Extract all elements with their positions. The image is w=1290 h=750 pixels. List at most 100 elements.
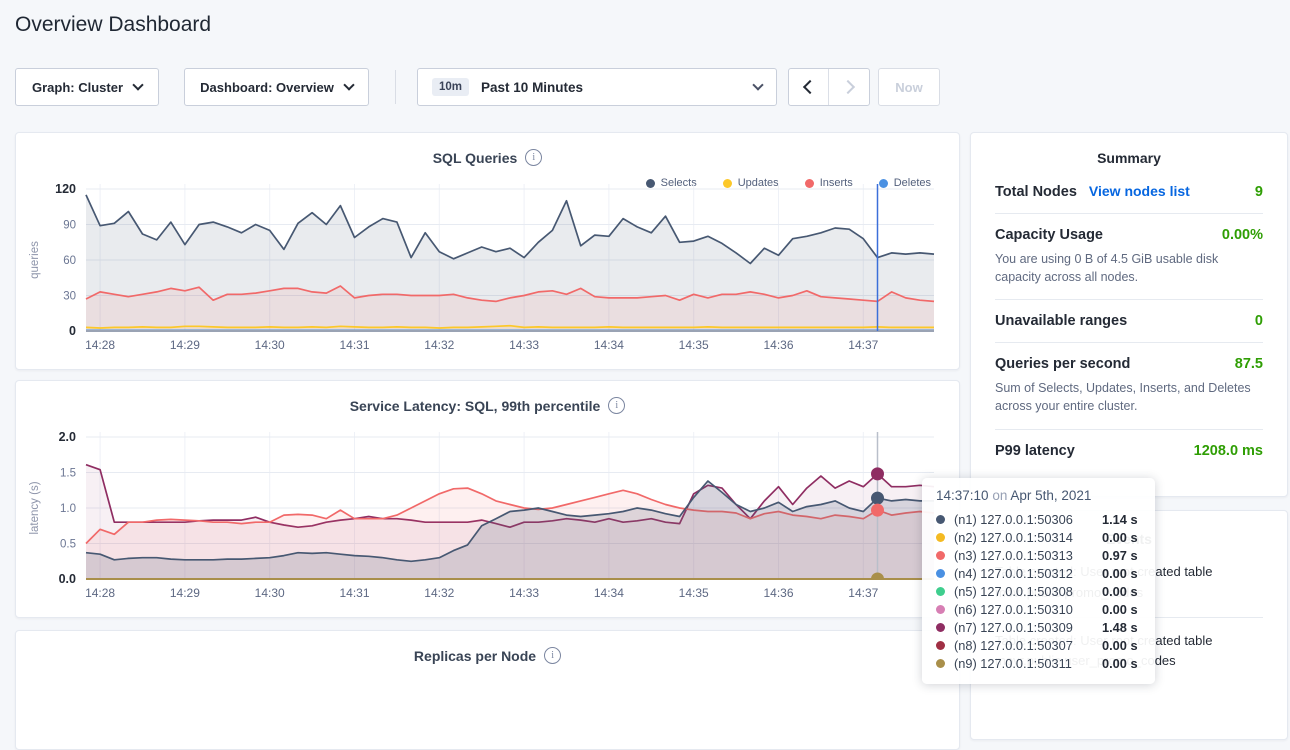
x-tick-label: 14:29	[170, 586, 200, 600]
x-tick-label: 14:30	[255, 586, 285, 600]
graph-dropdown-label: Graph: Cluster	[32, 80, 123, 95]
x-tick-label: 14:32	[424, 338, 454, 352]
sql-queries-chart[interactable]: 1209060300queries14:2814:2914:3014:3114:…	[16, 179, 961, 365]
x-tick-label: 14:30	[255, 338, 285, 352]
tooltip-node-value: 0.00 s	[1102, 566, 1138, 581]
summary-row-capacity: Capacity Usage 0.00% You are using 0 B o…	[995, 213, 1263, 299]
now-button[interactable]: Now	[878, 68, 940, 106]
tooltip-node-value: 0.00 s	[1102, 530, 1138, 545]
x-tick-label: 14:34	[594, 338, 624, 352]
graph-dropdown[interactable]: Graph: Cluster	[15, 68, 159, 106]
tooltip-node-label: (n5) 127.0.0.1:50308	[954, 584, 1102, 599]
tooltip-node-value: 0.97 s	[1102, 548, 1138, 563]
node-color-dot-icon	[936, 587, 945, 596]
crosshair-dot	[871, 492, 884, 505]
chart-tooltip: 14:37:10 on Apr 5th, 2021 (n1) 127.0.0.1…	[922, 478, 1155, 684]
chevron-left-icon	[803, 80, 817, 94]
y-tick-label: 60	[63, 255, 76, 267]
tooltip-row: (n9) 127.0.0.1:503110.00 s	[936, 654, 1141, 672]
summary-panel: Summary Total Nodes View nodes list 9 Ca…	[970, 132, 1288, 497]
summary-value: 0	[1255, 313, 1263, 329]
time-next-button[interactable]	[829, 69, 869, 105]
chevron-down-icon	[343, 79, 354, 90]
summary-value: 0.00%	[1222, 227, 1263, 243]
tooltip-node-value: 1.48 s	[1102, 620, 1138, 635]
y-tick-label: 120	[55, 182, 76, 196]
y-tick-label: 1.0	[60, 503, 76, 515]
summary-value: 87.5	[1235, 356, 1263, 372]
tooltip-row: (n5) 127.0.0.1:503080.00 s	[936, 582, 1141, 600]
tooltip-node-label: (n9) 127.0.0.1:50311	[954, 656, 1102, 671]
info-icon[interactable]: i	[525, 149, 542, 166]
x-tick-label: 14:37	[848, 338, 878, 352]
dashboard-dropdown-label: Dashboard: Overview	[200, 80, 334, 95]
tooltip-row: (n1) 127.0.0.1:503061.14 s	[936, 510, 1141, 528]
tooltip-node-value: 0.00 s	[1102, 602, 1138, 617]
x-tick-label: 14:33	[509, 586, 539, 600]
x-tick-label: 14:29	[170, 338, 200, 352]
chart-title: Service Latency: SQL, 99th percentile	[350, 398, 601, 414]
summary-label: Queries per second	[995, 356, 1130, 372]
x-tick-label: 14:36	[763, 338, 793, 352]
y-tick-label: 0	[69, 324, 76, 338]
tooltip-row: (n4) 127.0.0.1:503120.00 s	[936, 564, 1141, 582]
tooltip-row: (n3) 127.0.0.1:503130.97 s	[936, 546, 1141, 564]
node-color-dot-icon	[936, 623, 945, 632]
dashboard-dropdown[interactable]: Dashboard: Overview	[184, 68, 369, 106]
sql-queries-card: SQL Queries i SelectsUpdatesInsertsDelet…	[15, 132, 960, 370]
chart-title: Replicas per Node	[414, 648, 536, 664]
node-color-dot-icon	[936, 515, 945, 524]
summary-row-p99: P99 latency 1208.0 ms	[995, 429, 1263, 472]
summary-value: 1208.0 ms	[1194, 443, 1263, 459]
y-axis-label: queries	[29, 241, 41, 279]
x-tick-label: 14:31	[339, 586, 369, 600]
summary-label: Unavailable ranges	[995, 313, 1127, 329]
crosshair-dot	[871, 573, 884, 586]
y-tick-label: 30	[63, 291, 76, 303]
page-title: Overview Dashboard	[15, 13, 211, 37]
node-color-dot-icon	[936, 533, 945, 542]
chevron-down-icon	[132, 79, 143, 90]
tooltip-row: (n6) 127.0.0.1:503100.00 s	[936, 600, 1141, 618]
x-tick-label: 14:35	[679, 338, 709, 352]
summary-row-total-nodes: Total Nodes View nodes list 9	[995, 170, 1263, 213]
summary-label: Total Nodes	[995, 184, 1077, 200]
time-range-label: Past 10 Minutes	[481, 80, 583, 95]
x-tick-label: 14:31	[339, 338, 369, 352]
y-axis-label: latency (s)	[29, 481, 41, 534]
y-tick-label: 1.5	[60, 468, 76, 480]
node-color-dot-icon	[936, 659, 945, 668]
node-color-dot-icon	[936, 551, 945, 560]
y-tick-label: 90	[63, 220, 76, 232]
x-tick-label: 14:35	[679, 586, 709, 600]
service-latency-chart[interactable]: 2.01.51.00.50.0latency (s)14:2814:2914:3…	[16, 427, 961, 613]
tooltip-row: (n7) 127.0.0.1:503091.48 s	[936, 618, 1141, 636]
tooltip-row: (n8) 127.0.0.1:503070.00 s	[936, 636, 1141, 654]
node-color-dot-icon	[936, 605, 945, 614]
y-tick-label: 0.5	[60, 539, 76, 551]
crosshair-dot	[871, 504, 884, 517]
view-nodes-list-link[interactable]: View nodes list	[1089, 183, 1190, 199]
x-tick-label: 14:28	[85, 586, 115, 600]
time-prev-button[interactable]	[789, 69, 829, 105]
x-tick-label: 14:37	[848, 586, 878, 600]
time-range-dropdown[interactable]: 10m Past 10 Minutes	[417, 68, 777, 106]
time-nav-group	[788, 68, 870, 106]
tooltip-node-value: 0.00 s	[1102, 638, 1138, 653]
y-tick-label: 0.0	[59, 572, 76, 586]
tooltip-node-label: (n4) 127.0.0.1:50312	[954, 566, 1102, 581]
summary-subtext: You are using 0 B of 4.5 GiB usable disk…	[995, 250, 1263, 286]
chart-title: SQL Queries	[433, 150, 518, 166]
summary-row-unavailable-ranges: Unavailable ranges 0	[995, 299, 1263, 342]
tooltip-node-label: (n3) 127.0.0.1:50313	[954, 548, 1102, 563]
tooltip-node-label: (n6) 127.0.0.1:50310	[954, 602, 1102, 617]
info-icon[interactable]: i	[544, 647, 561, 664]
tooltip-node-value: 1.14 s	[1102, 512, 1138, 527]
tooltip-node-label: (n7) 127.0.0.1:50309	[954, 620, 1102, 635]
toolbar-divider	[395, 70, 396, 104]
x-tick-label: 14:34	[594, 586, 624, 600]
info-icon[interactable]: i	[608, 397, 625, 414]
tooltip-timestamp: 14:37:10 on Apr 5th, 2021	[936, 488, 1141, 503]
node-color-dot-icon	[936, 641, 945, 650]
crosshair-dot	[871, 467, 884, 480]
